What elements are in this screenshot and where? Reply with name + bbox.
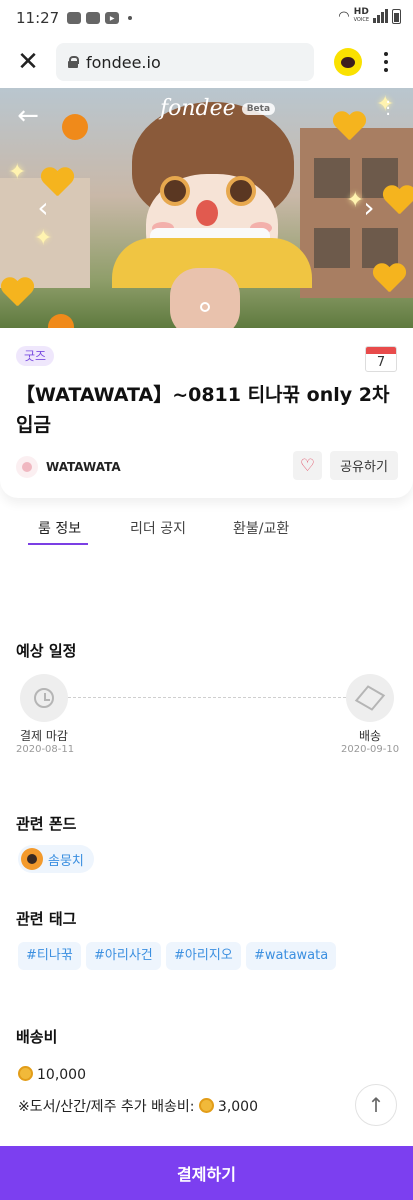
orange-sticker-icon <box>62 114 88 140</box>
status-icons: ◠ HD VOICE <box>338 8 401 24</box>
category-badge: 굿즈 <box>16 346 55 366</box>
more-options-icon[interactable] <box>374 48 398 76</box>
fondee-logo: fondee Beta <box>160 96 276 121</box>
wifi-icon: ◠ <box>338 8 350 24</box>
tag-chip[interactable]: #watawata <box>246 942 337 970</box>
kakaotalk-share-button[interactable] <box>334 48 362 76</box>
status-time: 11:27 <box>16 9 60 27</box>
tag-chip[interactable]: #아리사건 <box>86 942 161 970</box>
heart-sticker-icon <box>0 278 34 308</box>
url-text: fondee.io <box>86 52 161 72</box>
related-fond-title: 관련 폰드 <box>16 815 77 833</box>
extra-shipping-fee: ※도서/산간/제주 추가 배송비: 3,000 <box>18 1098 259 1115</box>
tab-bar: 룸 정보 리더 공지 환불/교환 <box>0 510 413 550</box>
coin-icon <box>18 1066 33 1081</box>
hero-more-icon[interactable]: · · · <box>385 94 391 124</box>
lock-icon <box>68 56 79 68</box>
clock-icon <box>20 674 68 722</box>
avatar[interactable] <box>16 456 38 478</box>
notification-icon <box>67 12 82 24</box>
battery-icon <box>392 8 401 24</box>
address-bar[interactable]: fondee.io <box>56 43 314 81</box>
leader-name[interactable]: WATAWATA <box>46 460 121 474</box>
sparkle-icon: ✦ <box>8 160 27 185</box>
pay-button[interactable]: 결제하기 <box>0 1146 413 1200</box>
product-image-carousel[interactable]: ✦ ✦ ✦ ✦ ← fondee Beta · · · ‹ › <box>0 88 413 328</box>
youtube-icon: ▶ <box>105 12 120 24</box>
box-icon <box>346 674 394 722</box>
product-info-card: 굿즈 7 【WATAWATA】~0811 티나꾺 only 2차입금 WATAW… <box>0 328 413 498</box>
heart-sticker-icon <box>382 186 413 216</box>
share-button[interactable]: 공유하기 <box>330 451 398 480</box>
doll-mouth-image <box>196 200 218 226</box>
active-tab-indicator <box>28 543 88 545</box>
back-arrow-icon[interactable]: ← <box>10 98 46 134</box>
tab-leader-notice[interactable]: 리더 공지 <box>130 518 186 538</box>
carousel-prev-icon[interactable]: ‹ <box>28 191 58 224</box>
hd-voice-icon: HD VOICE <box>353 7 369 24</box>
calendar-icon: 7 <box>365 346 397 372</box>
shipping-fee: 10,000 <box>18 1066 86 1083</box>
related-tags-title: 관련 태그 <box>16 910 77 928</box>
avatar <box>21 848 43 870</box>
shipping-title: 배송비 <box>16 1028 58 1046</box>
browser-toolbar: ✕ fondee.io <box>0 36 413 88</box>
signal-icon <box>373 9 388 23</box>
related-fond-chip[interactable]: 솜뭉치 <box>18 845 94 873</box>
schedule-title: 예상 일정 <box>16 642 77 660</box>
talk-icon <box>86 12 101 24</box>
carousel-next-icon[interactable]: › <box>354 191 384 224</box>
more-notifications-icon <box>128 16 133 20</box>
doll-eye-image <box>226 176 256 206</box>
scroll-to-top-button[interactable]: ↑ <box>355 1084 397 1126</box>
orange-sticker-icon <box>48 314 74 328</box>
hand-image <box>170 268 240 328</box>
coin-icon <box>198 1098 214 1113</box>
schedule-start-label: 결제 마감 <box>20 729 68 743</box>
related-fond-name: 솜뭉치 <box>48 853 84 869</box>
tab-refund-exchange[interactable]: 환불/교환 <box>233 518 289 538</box>
chat-bubble-icon <box>341 56 355 68</box>
status-bar: 11:27 ▶ ◠ HD VOICE <box>0 0 413 36</box>
heart-sticker-icon <box>332 112 366 142</box>
timeline-line <box>68 697 346 698</box>
beta-badge: Beta <box>241 103 276 115</box>
heart-icon[interactable]: ♡ <box>293 451 322 480</box>
schedule-end-label: 배송 <box>359 729 382 743</box>
doll-eye-image <box>160 176 190 206</box>
product-title: 【WATAWATA】~0811 티나꾺 only 2차입금 <box>16 384 390 436</box>
tag-chip[interactable]: #티나꾺 <box>18 942 81 970</box>
tab-room-info[interactable]: 룸 정보 <box>38 518 81 538</box>
schedule-start-date: 2020-08-11 <box>16 744 75 755</box>
tag-chip[interactable]: #아리지오 <box>166 942 241 970</box>
sparkle-icon: ✦ <box>34 226 53 251</box>
carousel-indicator <box>200 302 210 312</box>
schedule-end-date: 2020-09-10 <box>341 744 400 755</box>
close-icon[interactable]: ✕ <box>0 36 56 88</box>
heart-sticker-icon <box>372 264 406 294</box>
